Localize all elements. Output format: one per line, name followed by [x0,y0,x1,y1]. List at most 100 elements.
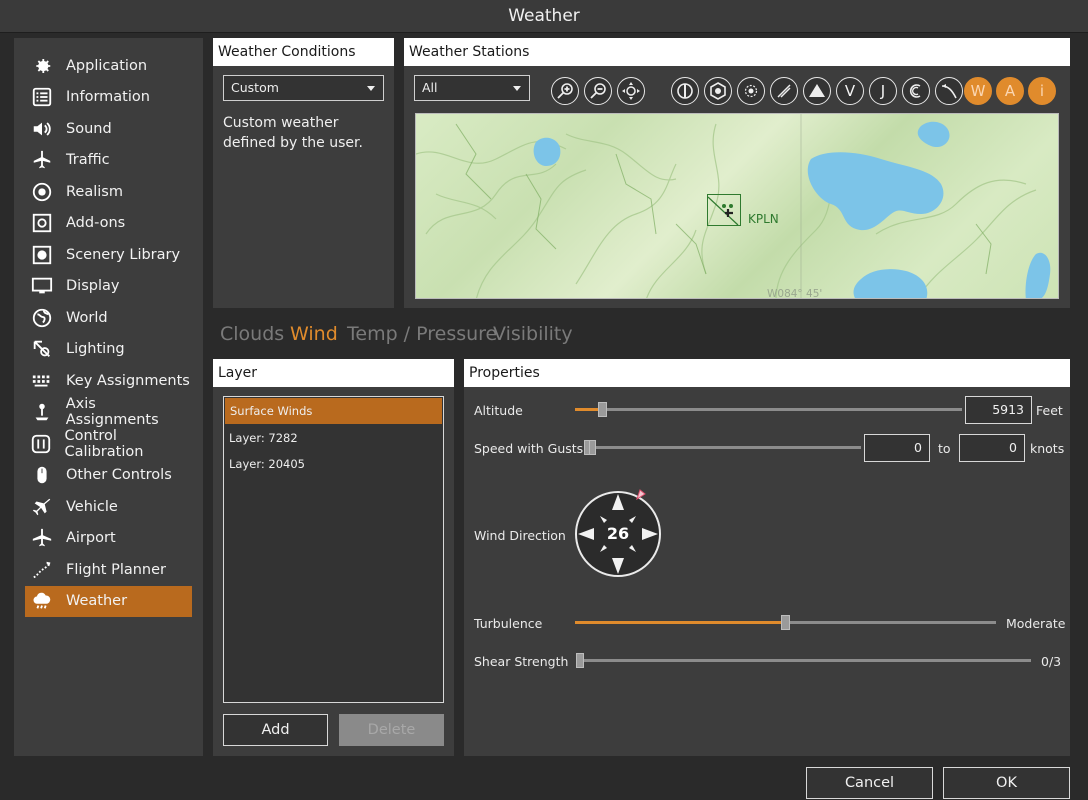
wind-direction-dial[interactable]: 26 [574,489,662,578]
speed-to-label: to [938,441,951,456]
j-airway-filter-button[interactable]: J [869,77,897,105]
sidebar-item-label: Axis Assignments [65,396,159,429]
speed-slider-track[interactable] [585,446,861,449]
altitude-slider-thumb[interactable] [598,402,607,417]
weather-station-icon [707,196,739,226]
flight-planner-icon [30,558,54,582]
weather-stations-header: Weather Stations [404,38,1070,66]
gear-icon [30,54,54,78]
sidebar-item-label: Application [66,57,148,74]
sidebar-item-label: Control Calibration [64,427,144,460]
atis-filter-button[interactable]: A [996,77,1024,105]
sidebar-item-label: Other Controls [66,467,172,484]
keyboard-icon [30,369,54,393]
sidebar-item-flight-planner[interactable]: Flight Planner [25,554,192,586]
sidebar-item-application[interactable]: Application [25,50,192,82]
altitude-unit: Feet [1036,403,1063,418]
station-marker[interactable] [707,194,741,226]
turbulence-slider-thumb[interactable] [781,615,790,630]
shear-strength-value: 0/3 [1041,654,1062,669]
sidebar-item-world[interactable]: World [25,302,192,334]
vor-icon [677,83,693,99]
speed-min-input[interactable]: 0 [864,434,930,462]
mouse-icon [30,463,54,487]
weather-preset-dropdown[interactable]: Custom [223,75,384,101]
vor-filter-button[interactable] [671,77,699,105]
shear-strength-label: Shear Strength [474,654,569,669]
sidebar-item-sound[interactable]: Sound [25,113,192,145]
list-item[interactable]: Surface Winds [225,398,442,424]
sidebar-item-control-calibration[interactable]: Control Calibration [25,428,192,460]
info-filter-button[interactable]: i [1028,77,1056,105]
ndb-filter-button[interactable] [737,77,765,105]
sidebar-item-label: Flight Planner [66,561,167,578]
altitude-slider-track[interactable] [575,408,962,411]
list-item[interactable]: Layer: 7282 [224,425,443,451]
shear-slider-thumb[interactable] [576,653,584,668]
weather-station-filter-button[interactable]: W [964,77,992,105]
joystick-icon [30,400,54,424]
departure-filter-button[interactable] [935,77,963,105]
sidebar-item-scenery-library[interactable]: Scenery Library [25,239,192,271]
ils-filter-button[interactable] [770,77,798,105]
sidebar-item-axis-assignments[interactable]: Axis Assignments [25,396,192,429]
altitude-slider-fill [575,408,600,411]
add-layer-button[interactable]: Add [223,714,328,746]
sidebar-item-add-ons[interactable]: Add-ons [25,208,192,240]
delete-layer-button[interactable]: Delete [339,714,444,746]
ok-button[interactable]: OK [943,767,1070,799]
cancel-button[interactable]: Cancel [806,767,933,799]
station-filter-dropdown[interactable]: All [414,75,530,101]
wind-direction-label: Wind Direction [474,528,566,543]
altitude-input[interactable]: 5913 [965,396,1032,424]
sidebar-item-vehicle[interactable]: Vehicle [25,491,192,523]
weather-station-map[interactable]: KPLN W084° 45' [415,113,1059,299]
j-airway-label: J [880,82,886,100]
turbulence-value: Moderate [1006,616,1066,631]
speed-label: Speed with Gusts [474,441,584,456]
calibration-icon [30,432,53,456]
sidebar-item-lighting[interactable]: Lighting [25,334,192,366]
sidebar-item-key-assignments[interactable]: Key Assignments [25,365,192,397]
atis-label: A [1004,82,1016,100]
layer-list[interactable]: Surface Winds Layer: 7282 Layer: 20405 [223,396,444,703]
sidebar-item-weather[interactable]: Weather [25,585,192,617]
traffic-icon [30,148,54,172]
list-icon [30,85,54,109]
ils-icon [777,84,791,98]
vortac-filter-button[interactable] [704,77,732,105]
zoom-out-button[interactable] [584,77,612,105]
tab-wind[interactable]: Wind [290,323,338,345]
properties-header: Properties [464,359,1070,387]
list-item[interactable]: Layer: 20405 [224,451,443,477]
sidebar-item-traffic[interactable]: Traffic [25,145,192,177]
sidebar-item-airport[interactable]: Airport [25,523,192,555]
ndb-icon [744,84,758,98]
tab-visibility[interactable]: Visibility [493,323,573,345]
sidebar-item-display[interactable]: Display [25,271,192,303]
speed-max-input[interactable]: 0 [959,434,1025,462]
v-airway-filter-button[interactable]: V [836,77,864,105]
sidebar-item-label: Vehicle [66,498,118,515]
weather-conditions-header: Weather Conditions [213,38,394,66]
sidebar-item-realism[interactable]: Realism [25,176,192,208]
sidebar-item-information[interactable]: Information [25,82,192,114]
weather-icon [30,589,54,613]
zoom-in-button[interactable] [551,77,579,105]
sidebar-item-label: Add-ons [66,215,126,232]
airport-filter-button[interactable] [803,77,831,105]
speed-unit: knots [1030,441,1065,456]
shear-slider-track[interactable] [578,659,1031,662]
sidebar-item-other-controls[interactable]: Other Controls [25,460,192,492]
tab-temp-pressure[interactable]: Temp / Pressure [347,323,497,345]
center-map-button[interactable] [617,77,645,105]
sidebar-item-label: Lighting [66,341,125,358]
sidebar-item-label: Traffic [66,152,110,169]
move-icon [622,82,640,100]
approach-filter-button[interactable] [902,77,930,105]
lighting-icon [30,337,54,361]
altitude-label: Altitude [474,403,523,418]
tab-clouds[interactable]: Clouds [220,323,284,345]
sidebar-item-label: Sound [66,120,112,137]
speed-slider-thumb-max[interactable] [589,440,596,455]
